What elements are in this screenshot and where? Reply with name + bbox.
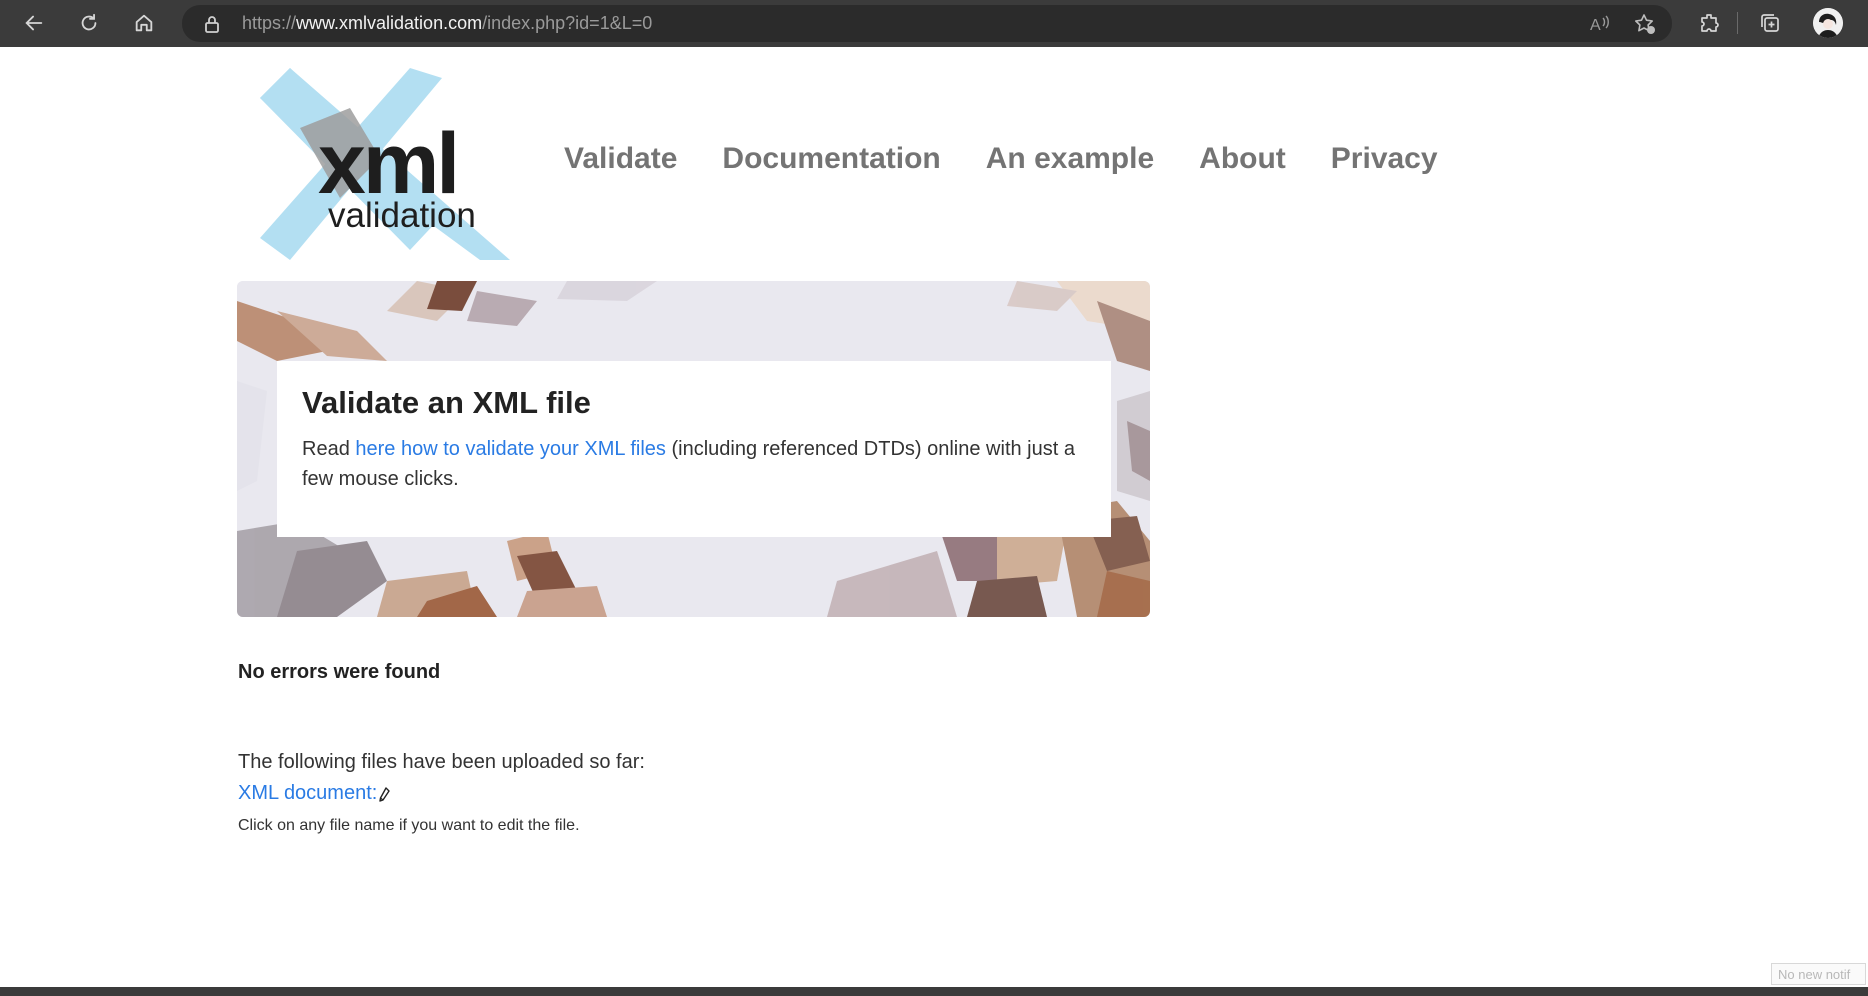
url-scheme: https:// — [242, 13, 297, 33]
xmlvalidation-logo[interactable]: xml validation — [260, 68, 510, 260]
extensions-icon[interactable] — [1693, 6, 1727, 40]
svg-text:A: A — [1590, 17, 1601, 34]
nav-validate[interactable]: Validate — [564, 142, 677, 176]
browser-toolbar: https://www.xmlvalidation.com/index.php?… — [0, 0, 1868, 47]
nav-privacy[interactable]: Privacy — [1331, 142, 1438, 176]
xml-document-link[interactable]: XML document: — [238, 782, 377, 805]
url-host: www.xmlvalidation.com — [296, 13, 483, 33]
toolbar-divider — [1737, 12, 1738, 34]
hero-description: Read here how to validate your XML files… — [302, 434, 1102, 494]
read-aloud-icon[interactable]: A — [1588, 12, 1612, 36]
nav-an-example[interactable]: An example — [986, 142, 1154, 176]
edit-pencil-icon[interactable] — [377, 786, 391, 804]
back-icon[interactable] — [16, 6, 52, 40]
notification-toast[interactable]: No new notif — [1771, 963, 1866, 985]
lock-icon[interactable] — [202, 14, 222, 34]
nav-about[interactable]: About — [1199, 142, 1286, 176]
validation-result: No errors were found — [238, 661, 441, 683]
url-path: /index.php?id=1&L=0 — [482, 13, 653, 33]
hero-banner: Validate an XML file Read here how to va… — [237, 281, 1150, 617]
profile-avatar[interactable] — [1813, 8, 1843, 38]
collections-icon[interactable] — [1753, 6, 1787, 40]
address-bar[interactable]: https://www.xmlvalidation.com/index.php?… — [182, 5, 1672, 42]
main-navigation: Validate Documentation An example About … — [564, 142, 1483, 176]
favorites-icon[interactable] — [1633, 12, 1657, 36]
hero-title: Validate an XML file — [302, 385, 591, 420]
home-icon[interactable] — [126, 6, 162, 40]
logo-text-sub: validation — [328, 196, 476, 235]
url-text[interactable]: https://www.xmlvalidation.com/index.php?… — [242, 13, 652, 34]
edit-file-hint: Click on any file name if you want to ed… — [238, 817, 580, 834]
nav-documentation[interactable]: Documentation — [722, 142, 940, 176]
hero-card: Validate an XML file Read here how to va… — [277, 361, 1111, 537]
browser-bottom-edge — [0, 987, 1868, 996]
uploaded-files-intro: The following files have been uploaded s… — [238, 751, 645, 773]
how-to-validate-link[interactable]: here how to validate your XML files — [355, 438, 666, 460]
hero-text-before: Read — [302, 438, 356, 460]
refresh-icon[interactable] — [71, 6, 107, 40]
